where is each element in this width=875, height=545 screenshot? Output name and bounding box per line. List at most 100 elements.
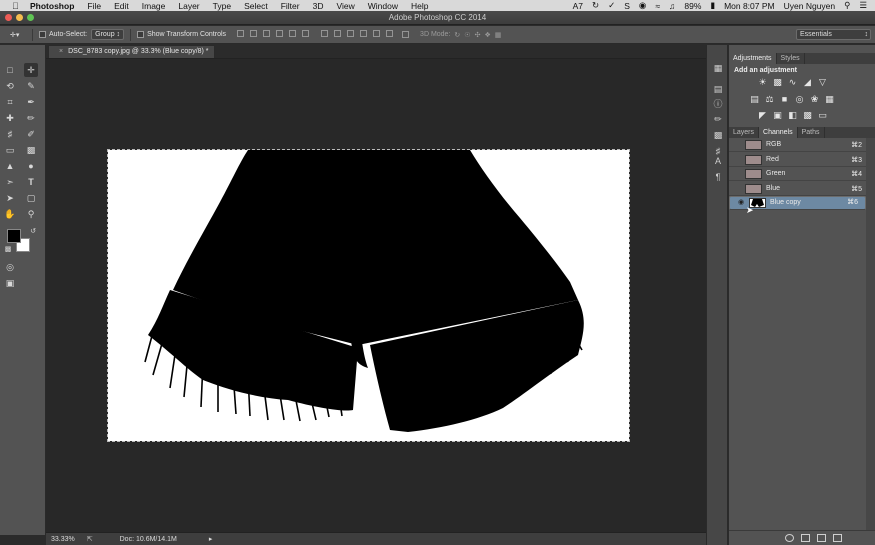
menu-edit[interactable]: Edit [114, 1, 129, 11]
vibrance-icon[interactable]: ▽ [817, 78, 828, 87]
character-panel-icon[interactable]: A [712, 155, 724, 167]
skype-icon[interactable]: S [624, 1, 630, 11]
screen-mode-icon[interactable]: ▣ [3, 276, 17, 290]
info-panel-icon[interactable]: ⓘ [712, 98, 724, 110]
invert-icon[interactable]: ◤ [757, 111, 768, 120]
blur-tool-icon[interactable]: ▲ [3, 159, 17, 173]
visibility-toggle[interactable] [732, 184, 742, 194]
pen-tool-icon[interactable]: ➣ [3, 175, 17, 189]
visibility-toggle[interactable] [732, 140, 742, 150]
eraser-tool-icon[interactable]: ▭ [3, 143, 17, 157]
gradient-map-icon[interactable]: ▭ [817, 111, 828, 120]
quick-selection-tool-icon[interactable]: ✎ [24, 79, 38, 93]
menu-image[interactable]: Image [142, 1, 166, 11]
notification-icon[interactable]: ◉ [639, 0, 646, 11]
curves-icon[interactable]: ∿ [787, 78, 798, 87]
adobe-status-icon[interactable]: A7 [573, 1, 583, 11]
brush-tool-icon[interactable]: ✏ [24, 111, 38, 125]
move-tool-preset-icon[interactable]: ✛▾ [10, 31, 26, 39]
levels-icon[interactable]: ▩ [772, 78, 783, 87]
distribute-vcenter-icon[interactable] [334, 30, 342, 37]
align-right-icon[interactable] [302, 30, 310, 37]
eyedropper-tool-icon[interactable]: ✒ [24, 95, 38, 109]
swap-colors-icon[interactable]: ↺ [26, 225, 40, 239]
tab-adjustments[interactable]: Adjustments [729, 53, 777, 64]
show-transform-controls-checkbox[interactable] [137, 31, 145, 38]
tab-styles[interactable]: Styles [777, 53, 805, 64]
hand-tool-icon[interactable]: ✋ [3, 207, 17, 221]
lasso-tool-icon[interactable]: ⟲ [3, 79, 17, 93]
minimize-window-icon[interactable] [16, 14, 23, 21]
tab-layers[interactable]: Layers [729, 127, 760, 138]
quick-mask-icon[interactable]: ◎ [3, 260, 17, 274]
clock[interactable]: Mon 8:07 PM [724, 1, 775, 11]
marquee-tool-icon[interactable]: □ [3, 63, 17, 77]
zoom-tool-icon[interactable]: ⚲ [24, 207, 38, 221]
healing-brush-tool-icon[interactable]: ✚ [3, 111, 17, 125]
spotlight-search-icon[interactable]: ⚲ [844, 0, 850, 11]
distribute-right-icon[interactable] [386, 30, 394, 37]
document-tab[interactable]: × DSC_8783 copy.jpg @ 33.3% (Blue copy/8)… [48, 45, 215, 58]
selective-color-icon[interactable]: ▩ [802, 111, 813, 120]
channel-mixer-icon[interactable]: ❀ [809, 95, 820, 104]
menu-view[interactable]: View [336, 1, 354, 11]
wifi-icon[interactable]: ≈ [655, 1, 660, 11]
channel-row-blue[interactable]: Blue ⌘5 [729, 182, 866, 196]
channels-scrollbar[interactable] [866, 138, 875, 530]
3d-rotate-icon[interactable]: ↻ [454, 31, 460, 39]
3d-scale-icon[interactable]: ▦ [495, 31, 502, 39]
menu-app-photoshop[interactable]: Photoshop [30, 1, 74, 11]
3d-pan-icon[interactable]: ✣ [475, 31, 481, 39]
paragraph-panel-icon[interactable]: ¶ [712, 171, 724, 183]
dodge-tool-icon[interactable]: ● [24, 159, 38, 173]
path-selection-tool-icon[interactable]: ➤ [3, 191, 17, 205]
exposure-icon[interactable]: ◢ [802, 78, 813, 87]
align-top-icon[interactable] [237, 30, 245, 37]
type-tool-icon[interactable]: T [24, 175, 38, 189]
auto-align-icon[interactable] [402, 31, 410, 38]
close-window-icon[interactable] [5, 14, 12, 21]
posterize-icon[interactable]: ▣ [772, 111, 783, 120]
menu-file[interactable]: File [87, 1, 101, 11]
hue-saturation-icon[interactable]: ▤ [749, 95, 760, 104]
properties-panel-icon[interactable]: ▤ [712, 83, 724, 95]
apple-icon[interactable]:  [12, 1, 22, 11]
menu-window[interactable]: Window [368, 1, 398, 11]
battery-percent[interactable]: 89% [684, 1, 701, 11]
move-tool-icon[interactable]: ✛ [24, 63, 38, 77]
color-lookup-icon[interactable]: ▦ [824, 95, 835, 104]
document-canvas[interactable] [107, 149, 630, 442]
menu-select[interactable]: Select [244, 1, 268, 11]
menu-layer[interactable]: Layer [178, 1, 199, 11]
tab-paths[interactable]: Paths [798, 127, 825, 138]
default-colors-icon[interactable]: ▩ [1, 243, 15, 257]
3d-slide-icon[interactable]: ❖ [484, 31, 490, 39]
delete-channel-icon[interactable] [833, 534, 842, 542]
menu-help[interactable]: Help [411, 1, 428, 11]
history-brush-tool-icon[interactable]: ✐ [24, 127, 38, 141]
sync-icon[interactable]: ↻ [592, 0, 599, 11]
align-hcenter-icon[interactable] [289, 30, 297, 37]
distribute-bottom-icon[interactable] [347, 30, 355, 37]
new-channel-icon[interactable] [817, 534, 826, 542]
workspace-dropdown[interactable]: Essentials ↕ [796, 29, 871, 40]
visibility-toggle[interactable] [732, 169, 742, 179]
brightness-contrast-icon[interactable]: ☀ [757, 78, 768, 87]
brush-presets-icon[interactable]: ▩ [712, 129, 724, 141]
auto-select-dropdown[interactable]: Group ↕ [91, 29, 125, 40]
channel-row-rgb[interactable]: RGB ⌘2 [729, 138, 866, 152]
auto-select-checkbox[interactable] [39, 31, 46, 38]
battery-icon[interactable]: ▮ [710, 0, 715, 11]
visibility-toggle[interactable] [732, 155, 742, 165]
user-name[interactable]: Uyen Nguyen [784, 1, 836, 11]
clone-stamp-tool-icon[interactable]: ♯ [3, 127, 17, 141]
history-panel-icon[interactable]: ▦ [712, 62, 724, 74]
channel-row-red[interactable]: Red ⌘3 [729, 153, 866, 167]
close-document-icon[interactable]: × [59, 48, 63, 55]
threshold-icon[interactable]: ◧ [787, 111, 798, 120]
zoom-level[interactable]: 33.33% [51, 536, 75, 543]
zoom-window-icon[interactable] [27, 14, 34, 21]
brush-panel-icon[interactable]: ✏ [712, 113, 724, 125]
align-left-icon[interactable] [276, 30, 284, 37]
align-bottom-icon[interactable] [263, 30, 271, 37]
